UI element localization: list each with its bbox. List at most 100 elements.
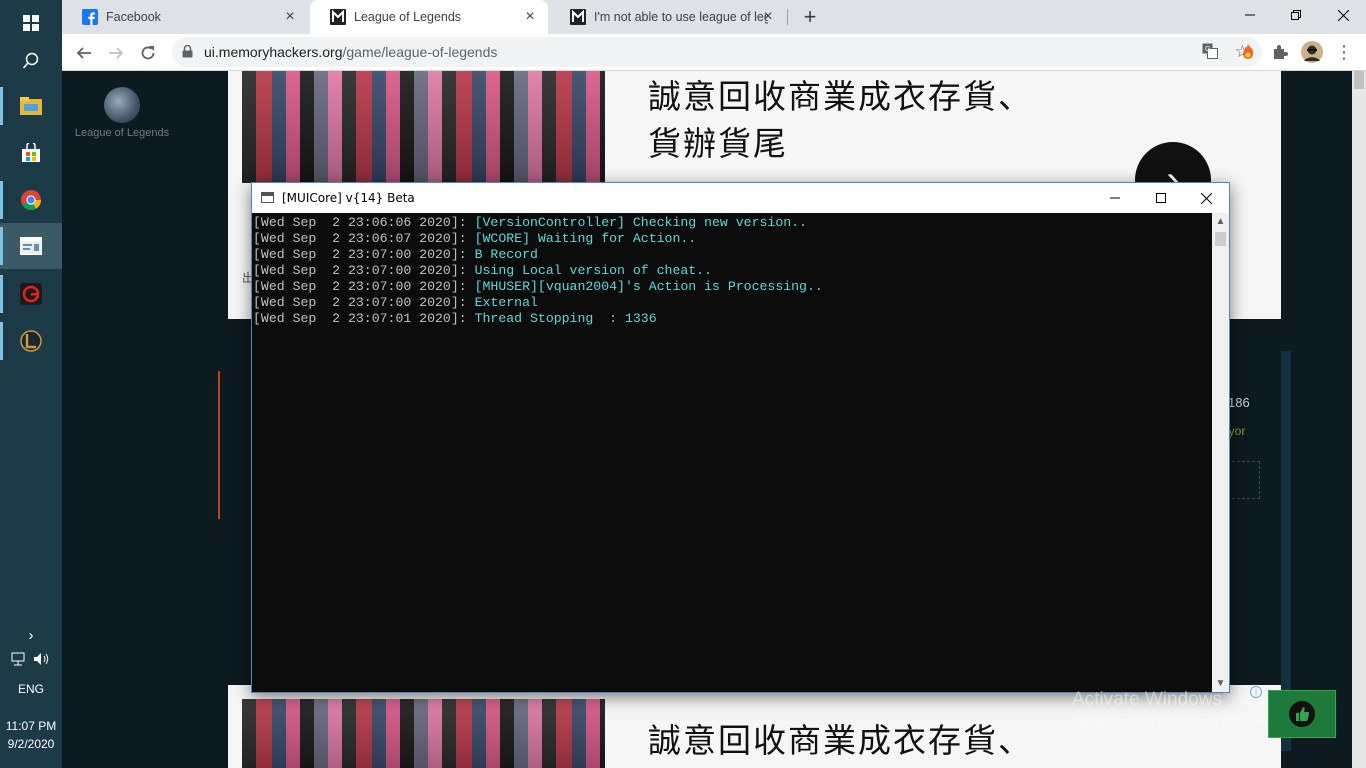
- console-line: [Wed Sep 2 23:07:01 2020]: Thread Stoppi…: [253, 311, 1212, 327]
- tab-title: I'm not able to use league of leg: [594, 10, 768, 24]
- minimize-button[interactable]: [1227, 0, 1273, 30]
- back-button[interactable]: [69, 38, 99, 68]
- console-scrollbar[interactable]: ▲ ▼: [1212, 213, 1229, 692]
- console-line: [Wed Sep 2 23:06:06 2020]: [VersionContr…: [253, 215, 1212, 231]
- taskbar-file-explorer[interactable]: [0, 83, 62, 129]
- console-line: [Wed Sep 2 23:07:00 2020]: Using Local v…: [253, 263, 1212, 279]
- facebook-icon: [82, 9, 98, 25]
- ad-headline-line1: 誠意回收商業成衣存貨、: [648, 77, 1033, 116]
- log-message: Using Local version of cheat..: [474, 263, 713, 278]
- taskbar-garena[interactable]: [0, 271, 62, 317]
- svg-text:G: G: [1205, 46, 1210, 53]
- maximize-icon: [1156, 193, 1166, 203]
- arrow-left-icon: [76, 47, 91, 59]
- log-timestamp: [Wed Sep 2 23:06:06 2020]:: [253, 215, 475, 230]
- new-tab-button[interactable]: +: [790, 2, 830, 32]
- console-line: [Wed Sep 2 23:07:00 2020]: External: [253, 295, 1212, 311]
- minimize-icon: [1110, 197, 1120, 199]
- log-timestamp: [Wed Sep 2 23:07:00 2020]:: [253, 247, 475, 262]
- league-of-legends-game-icon[interactable]: [104, 87, 140, 123]
- windows-taskbar: › ENG 11:07 PM 9/2/2020: [0, 0, 62, 768]
- console-maximize-button[interactable]: [1138, 183, 1184, 213]
- game-label[interactable]: League of Legends: [62, 127, 182, 139]
- console-titlebar[interactable]: [MUICore] v{14} Beta: [252, 183, 1229, 213]
- console-minimize-button[interactable]: [1092, 183, 1138, 213]
- close-tab-icon[interactable]: ×: [522, 9, 538, 25]
- url-host: ui.memoryhackers.org: [204, 44, 343, 60]
- tab-title: League of Legends: [354, 10, 462, 24]
- console-window[interactable]: [MUICore] v{14} Beta [Wed Sep 2 23:06:06…: [251, 182, 1230, 693]
- tab-facebook[interactable]: Facebook ×: [62, 0, 308, 34]
- close-icon: [1337, 9, 1349, 21]
- activate-windows-watermark: Activate Windows Go to Settings to activ…: [1072, 689, 1277, 729]
- url-path: /game/league-of-legends: [342, 44, 498, 60]
- clock-time[interactable]: 11:07 PM: [0, 719, 62, 733]
- log-message: B Record: [474, 247, 538, 262]
- restore-button[interactable]: [1273, 0, 1319, 30]
- language-indicator[interactable]: ENG: [0, 682, 62, 696]
- close-icon: [1200, 192, 1212, 204]
- watermark-title: Activate Windows: [1072, 689, 1222, 710]
- close-tab-icon[interactable]: ×: [282, 9, 298, 25]
- tab-separator: [787, 9, 788, 25]
- scroll-up-arrow-icon[interactable]: ▲: [1212, 213, 1229, 230]
- log-message: External: [474, 295, 538, 310]
- console-line: [Wed Sep 2 23:06:07 2020]: [WCORE] Waiti…: [253, 231, 1212, 247]
- ad-headline: 誠意回收商業成衣存貨、 貨辦貨尾: [648, 73, 1033, 167]
- console-close-button[interactable]: [1183, 183, 1229, 213]
- like-button[interactable]: [1268, 690, 1336, 738]
- reload-button[interactable]: [133, 38, 163, 68]
- profile-avatar[interactable]: [1300, 40, 1324, 64]
- search-icon: [22, 52, 39, 69]
- browser-toolbar: ui.memoryhackers.org/game/league-of-lege…: [62, 34, 1366, 71]
- taskbar-league-client[interactable]: [0, 318, 62, 364]
- forward-button[interactable]: [101, 38, 131, 68]
- clock-date[interactable]: 9/2/2020: [0, 737, 62, 751]
- log-message: Thread Stopping : 1336: [474, 311, 657, 326]
- system-tray-icons[interactable]: [0, 652, 62, 669]
- tab-not-able-to-use-league[interactable]: I'm not able to use league of leg ×: [550, 0, 786, 34]
- log-timestamp: [Wed Sep 2 23:07:00 2020]:: [253, 295, 475, 310]
- log-timestamp: [Wed Sep 2 23:07:00 2020]:: [253, 279, 475, 294]
- volume-icon: [33, 653, 48, 665]
- running-indicator: [0, 87, 3, 125]
- console-scrollbar-thumb[interactable]: [1215, 232, 1226, 246]
- log-timestamp: [Wed Sep 2 23:07:00 2020]:: [253, 263, 475, 278]
- store-icon: [22, 143, 40, 162]
- console-line: [Wed Sep 2 23:07:00 2020]: [MHUSER][vqua…: [253, 279, 1212, 295]
- taskbar-search-button[interactable]: [0, 38, 62, 84]
- lock-icon[interactable]: [182, 45, 193, 58]
- taskbar-chrome[interactable]: [0, 177, 62, 223]
- running-indicator: [0, 322, 3, 360]
- watermark-subtitle: Go to Settings to activate Windows.: [1072, 714, 1278, 729]
- log-message: [MHUSER][vquan2004]'s Action is Processi…: [474, 279, 823, 294]
- extension-flame-icon[interactable]: [1236, 40, 1260, 64]
- restore-icon: [1291, 10, 1301, 20]
- console-output[interactable]: [Wed Sep 2 23:06:06 2020]: [VersionContr…: [252, 213, 1212, 692]
- taskbar-console-app[interactable]: [0, 223, 62, 269]
- url-text[interactable]: ui.memoryhackers.org/game/league-of-lege…: [204, 44, 497, 60]
- tab-league-of-legends[interactable]: League of Legends ×: [310, 0, 548, 34]
- address-bar[interactable]: ui.memoryhackers.org/game/league-of-lege…: [172, 37, 1262, 67]
- network-icon: [11, 652, 25, 666]
- taskbar-microsoft-store[interactable]: [0, 130, 62, 176]
- running-indicator: [0, 181, 3, 219]
- scrollbar-thumb[interactable]: [1354, 71, 1364, 89]
- close-tab-icon[interactable]: ×: [760, 9, 776, 25]
- info-icon[interactable]: i: [1250, 686, 1262, 698]
- page-scrollbar[interactable]: [1352, 71, 1366, 768]
- ad-headline: 誠意回收商業成衣存貨、: [648, 721, 1033, 760]
- ad-headline-line2: 貨辦貨尾: [648, 124, 788, 163]
- backpacks-photo: [242, 71, 605, 183]
- close-window-button[interactable]: [1320, 0, 1366, 30]
- tab-title: Facebook: [106, 10, 161, 24]
- extensions-puzzle-icon[interactable]: [1268, 40, 1292, 64]
- chevron-up-icon[interactable]: ›: [0, 627, 62, 644]
- garena-icon: [20, 283, 42, 305]
- translate-icon[interactable]: G: [1202, 43, 1218, 64]
- accent-divider: [218, 371, 220, 519]
- console-line: [Wed Sep 2 23:07:00 2020]: B Record: [253, 247, 1212, 263]
- console-title: [MUICore] v{14} Beta: [282, 191, 415, 205]
- chrome-menu-icon[interactable]: ⋮: [1332, 40, 1356, 64]
- partial-count: 186: [1228, 395, 1250, 410]
